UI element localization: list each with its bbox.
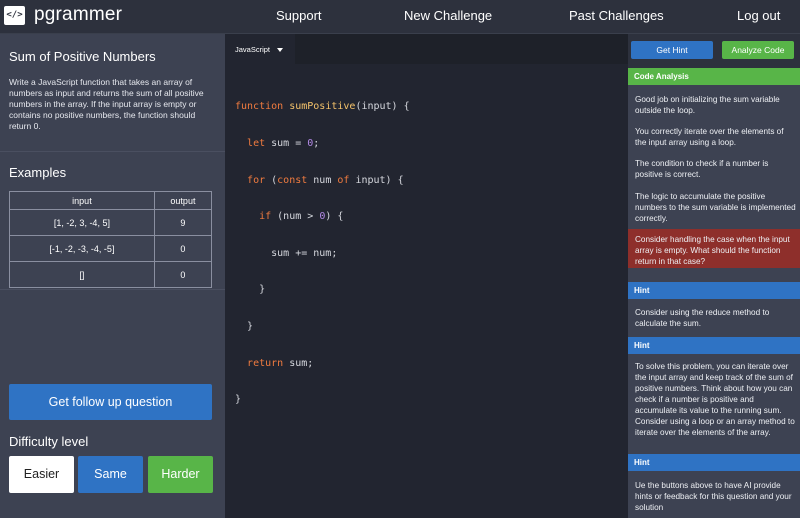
divider [0,151,225,152]
assistant-toolbar: Get Hint Analyze Code [628,34,800,68]
example-output: 0 [153,235,213,262]
editor-tab-bar: JavaScript [225,34,628,64]
harder-button[interactable]: Harder [148,456,213,493]
language-label: JavaScript [235,45,271,54]
brand-name[interactable]: pgrammer [34,4,122,26]
code-line: if (num > 0) { [259,211,344,223]
analysis-item: You correctly iterate over the elements … [635,127,784,147]
divider [0,289,225,290]
analysis-warning: Consider handling the case when the inpu… [635,235,790,266]
example-output: 0 [153,261,213,288]
code-line: for (const num of input) { [247,174,404,186]
example-input: [1, -2, 3, -4, 5] [9,209,155,236]
language-selector[interactable]: JavaScript [225,34,295,64]
table-row: [1, -2, 3, -4, 5] 9 [9,209,213,236]
easier-button[interactable]: Easier [9,456,74,493]
hint-header: Hint [628,337,800,354]
analysis-item: The condition to check if a number is po… [635,159,769,179]
difficulty-title: Difficulty level [9,434,89,449]
table-row: [] 0 [9,261,213,288]
column-header-input: input [9,191,155,210]
code-editor[interactable]: JavaScript function sumPositive(input) {… [225,34,628,518]
table-header-row: input output [9,191,213,210]
nav-past-challenges[interactable]: Past Challenges [569,8,664,23]
problem-panel: Sum of Positive Numbers Write a JavaScri… [0,34,225,518]
analysis-item: The logic to accumulate the positive num… [635,192,796,223]
code-line: } [235,320,254,332]
get-hint-button[interactable]: Get Hint [631,41,713,59]
code-area[interactable]: function sumPositive(input) { let sum = … [235,77,410,431]
assistant-panel: Get Hint Analyze Code Code Analysis Good… [628,34,800,518]
follow-up-question-button[interactable]: Get follow up question [9,384,212,420]
table-row: [-1, -2, -3, -4, -5] 0 [9,235,213,262]
example-output: 9 [153,209,213,236]
analysis-item: Good job on initializing the sum variabl… [635,95,780,115]
example-input: [-1, -2, -3, -4, -5] [9,235,155,262]
code-line: } [235,394,242,406]
code-line: sum += num; [235,247,338,259]
code-line: let sum = 0; [247,138,320,149]
code-line: } [235,284,266,296]
example-input: [] [9,261,155,288]
same-button[interactable]: Same [78,456,143,493]
examples-table: input output [1, -2, 3, -4, 5] 9 [-1, -2… [9,191,213,288]
nav-support[interactable]: Support [276,8,322,23]
analyze-code-button[interactable]: Analyze Code [722,41,794,59]
column-header-output: output [153,191,213,210]
caret-down-icon[interactable] [277,48,283,52]
problem-title: Sum of Positive Numbers [9,49,156,64]
top-nav-bar: </> pgrammer Support New Challenge Past … [0,0,800,34]
code-line: return sum; [247,357,314,369]
code-analysis-header: Code Analysis [628,68,800,85]
hint-text: Ue the buttons above to have AI provide … [635,481,792,512]
code-line: function sumPositive(input) { [235,101,410,113]
hint-text: Consider using the reduce method to calc… [635,308,770,328]
code-logo-icon[interactable]: </> [4,6,25,25]
hint-text: To solve this problem, you can iterate o… [635,362,795,437]
problem-description: Write a JavaScript function that takes a… [9,77,204,131]
examples-title: Examples [9,165,67,180]
nav-new-challenge[interactable]: New Challenge [404,8,492,23]
hint-header: Hint [628,454,800,471]
hint-header: Hint [628,282,800,299]
nav-log-out[interactable]: Log out [737,8,780,23]
